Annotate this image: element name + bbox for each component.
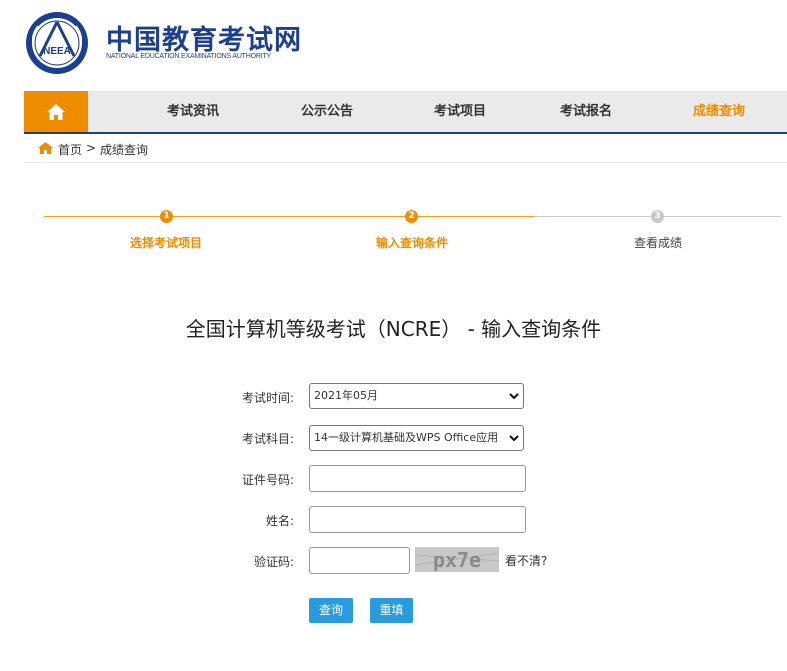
name-input[interactable]	[309, 506, 526, 533]
site-title[interactable]: 中国教育考试网	[106, 18, 302, 57]
site-header: NEEA 中国教育考试网 NATIONAL EDUCATION EXAMINAT…	[24, 10, 324, 80]
nav-item-announcements[interactable]: 公示公告	[282, 91, 372, 132]
progress-line-done	[44, 216, 534, 217]
id-number-label: 证件号码:	[241, 473, 294, 487]
exam-time-label: 考试时间:	[241, 391, 294, 405]
captcha-label: 验证码:	[253, 555, 294, 569]
nav-home-button[interactable]	[24, 91, 88, 132]
captcha-input[interactable]	[309, 547, 410, 574]
breadcrumb-separator: >	[86, 141, 97, 155]
breadcrumb: 首页 > 成绩查询	[24, 138, 787, 163]
id-number-input[interactable]	[309, 465, 526, 492]
query-button[interactable]: 查询	[309, 598, 353, 623]
step-2-dot: 2	[405, 210, 418, 223]
nav-item-score-query[interactable]: 成绩查询	[674, 91, 764, 132]
breadcrumb-current: 成绩查询	[100, 143, 149, 157]
chevron-down-icon	[509, 432, 519, 444]
captcha-refresh-link[interactable]: 看不清?	[505, 552, 547, 569]
step-3-dot: 3	[651, 210, 664, 223]
exam-time-value: 2021年05月	[314, 389, 378, 402]
captcha-image[interactable]: px7e	[415, 547, 499, 572]
main-nav: 考试资讯 公示公告 考试项目 考试报名 成绩查询	[24, 91, 787, 134]
site-subtitle: NATIONAL EDUCATION EXAMINATIONS AUTHORIT…	[106, 53, 272, 60]
chevron-down-icon	[509, 393, 519, 400]
nav-item-exam-news[interactable]: 考试资讯	[148, 91, 238, 132]
name-label: 姓名:	[265, 514, 294, 528]
exam-time-select[interactable]: 2021年05月	[309, 383, 524, 409]
subject-label: 考试科目:	[241, 432, 294, 446]
logo-text: NEEA	[43, 46, 71, 57]
subject-select[interactable]: 14一级计算机基础及WPS Office应用	[309, 425, 524, 451]
captcha-text: px7e	[433, 548, 481, 572]
progress-steps: 1 选择考试项目 2 输入查询条件 3 查看成绩	[44, 206, 781, 256]
reset-button[interactable]: 重填	[370, 598, 413, 623]
home-icon	[47, 103, 65, 120]
subject-value: 14一级计算机基础及WPS Office应用	[314, 431, 499, 444]
step-1-label[interactable]: 选择考试项目	[86, 234, 246, 251]
nav-item-registration[interactable]: 考试报名	[541, 91, 631, 132]
page-title: 全国计算机等级考试（NCRE） - 输入查询条件	[185, 317, 602, 341]
step-3-label: 查看成绩	[633, 236, 682, 250]
step-1-dot: 1	[160, 210, 173, 223]
home-small-icon	[38, 142, 53, 154]
nav-item-exam-projects[interactable]: 考试项目	[415, 91, 505, 132]
step-2-label: 输入查询条件	[375, 236, 448, 250]
neea-logo-icon[interactable]: NEEA	[24, 10, 90, 76]
breadcrumb-home-link[interactable]: 首页	[58, 141, 82, 158]
